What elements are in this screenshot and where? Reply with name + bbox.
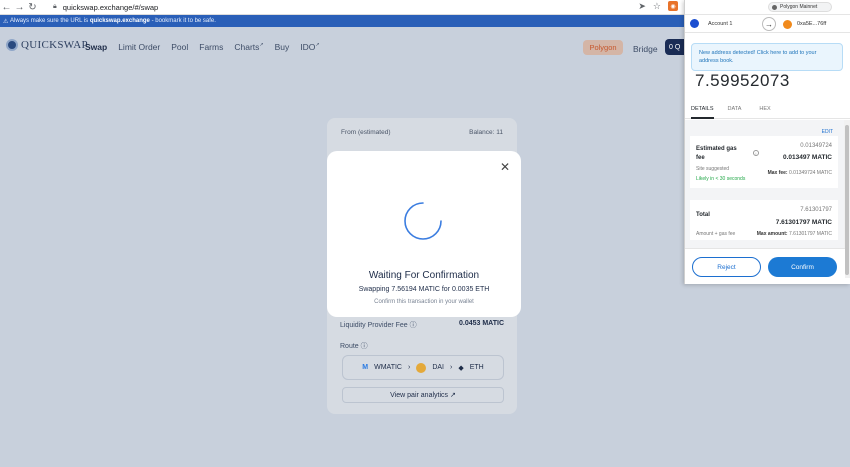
network-pill[interactable]: Polygon — [583, 40, 623, 55]
nav-buy[interactable]: Buy — [275, 42, 290, 52]
action-footer: Reject Confirm — [685, 248, 845, 284]
modal-title: Waiting For Confirmation — [368, 270, 480, 281]
confirmation-modal: ✕ Waiting For Confirmation Swapping 7.56… — [327, 151, 521, 317]
total-value-bold: 7.61301797 MATIC — [775, 219, 832, 226]
network-dot-icon — [772, 4, 777, 10]
lock-icon[interactable]: 🔒︎ — [53, 3, 57, 11]
share-icon[interactable]: ➤ — [638, 1, 646, 12]
chevron-right-icon: › — [450, 364, 453, 371]
route-token-wmatic: WMATIC — [374, 364, 402, 371]
network-selector[interactable]: Polygon Mainnet — [768, 2, 832, 12]
logo-icon — [6, 39, 18, 51]
route-token-eth: ETH — [469, 364, 484, 371]
loading-spinner-icon — [404, 202, 442, 240]
rss-icon[interactable]: ◉ — [668, 1, 678, 11]
account-row: Account 1 → 0xa5E...76ff — [685, 14, 850, 33]
lpf-label: Liquidity Provider Fee ⓘ — [340, 322, 417, 329]
scrollbar-thumb[interactable] — [845, 125, 849, 275]
back-icon[interactable]: ← — [0, 1, 13, 14]
route-token-dai: DAI — [432, 364, 444, 371]
nav-charts[interactable]: Charts↗ — [234, 42, 263, 52]
metamask-popup: Polygon Mainnet Account 1 → 0xa5E...76ff… — [684, 0, 850, 284]
close-icon[interactable]: ✕ — [500, 160, 510, 174]
from-account[interactable]: Account 1 — [708, 21, 732, 27]
external-link-icon: ↗ — [315, 42, 320, 49]
to-account[interactable]: 0xa5E...76ff — [797, 21, 826, 27]
reject-button[interactable]: Reject — [692, 257, 761, 277]
nav-pool[interactable]: Pool — [171, 42, 188, 52]
nav-limit-order[interactable]: Limit Order — [118, 42, 160, 52]
total-card: Total 7.61301797 7.61301797 MATIC Amount… — [690, 200, 838, 240]
tab-hex[interactable]: HEX — [759, 100, 770, 118]
help-icon[interactable]: ⓘ — [410, 322, 417, 329]
max-fee: Max fee: 0.01349724 MATIC — [767, 170, 832, 176]
lpf-value: 0.0453 MATIC — [459, 320, 504, 327]
recipient-avatar-icon — [783, 20, 792, 29]
quickswap-logo[interactable]: QUICKSWAP — [6, 39, 88, 51]
modal-note: Confirm this transaction in your wallet — [374, 299, 474, 305]
from-label: From (estimated) — [341, 129, 391, 136]
info-icon[interactable]: i — [753, 150, 759, 156]
max-amount: Max amount: 7.61301797 MATIC — [756, 231, 832, 237]
view-pair-analytics-button[interactable]: View pair analytics ↗ — [342, 387, 504, 403]
amount-gas-label: Amount + gas fee — [696, 231, 736, 237]
wmatic-icon: M — [362, 364, 369, 371]
route-box: M WMATIC › DAI › ◆ ETH — [342, 355, 504, 380]
total-value: 7.61301797 — [800, 207, 832, 213]
route-label: Route ⓘ — [340, 343, 368, 350]
reload-icon[interactable]: ↻ — [26, 1, 39, 14]
details-body: EDIT Estimated gas fee i 0.01349724 0.01… — [685, 120, 845, 248]
bookmark-star-icon[interactable]: ☆ — [653, 1, 661, 12]
likely-time: Likely in < 30 seconds — [696, 176, 746, 182]
tabs: DETAILS DATA HEX — [685, 100, 850, 119]
main-nav: Swap Limit Order Pool Farms Charts↗ Buy … — [85, 42, 320, 52]
eth-icon: ◆ — [458, 364, 464, 372]
gas-fee-value-bold: 0.013497 MATIC — [782, 154, 832, 161]
arrow-right-icon: → — [762, 17, 776, 31]
gas-fee-value: 0.01349724 — [800, 143, 832, 149]
total-label: Total — [696, 212, 710, 218]
dai-icon — [416, 362, 427, 373]
tab-data[interactable]: DATA — [728, 100, 742, 118]
balance-label: Balance: 11 — [469, 129, 503, 136]
chevron-right-icon: › — [407, 364, 411, 371]
gas-fee-label: Estimated gas fee — [696, 146, 737, 161]
nav-swap[interactable]: Swap — [85, 42, 107, 52]
confirm-button[interactable]: Confirm — [768, 257, 837, 277]
site-suggested: Site suggested — [696, 166, 730, 172]
nav-ido[interactable]: IDO↗ — [300, 42, 319, 52]
tab-details[interactable]: DETAILS — [691, 100, 714, 119]
gas-fee-card: Estimated gas fee i 0.01349724 0.013497 … — [690, 136, 838, 188]
nav-farms[interactable]: Farms — [199, 42, 223, 52]
new-address-notice[interactable]: New address detected! Click here to add … — [691, 43, 843, 71]
external-link-icon: ↗ — [259, 42, 264, 49]
account-avatar-icon — [690, 19, 699, 28]
forward-icon[interactable]: → — [13, 1, 26, 14]
modal-subtitle: Swapping 7.56194 MATIC for 0.0035 ETH — [358, 286, 490, 293]
transaction-amount: 7.59952073 — [695, 71, 790, 90]
edit-gas-link[interactable]: EDIT — [822, 129, 833, 135]
bridge-link[interactable]: Bridge — [633, 44, 658, 54]
help-icon[interactable]: ⓘ — [361, 343, 368, 350]
address-bar[interactable]: quickswap.exchange/#/swap — [63, 3, 158, 12]
warning-icon: ⚠ — [3, 18, 11, 25]
